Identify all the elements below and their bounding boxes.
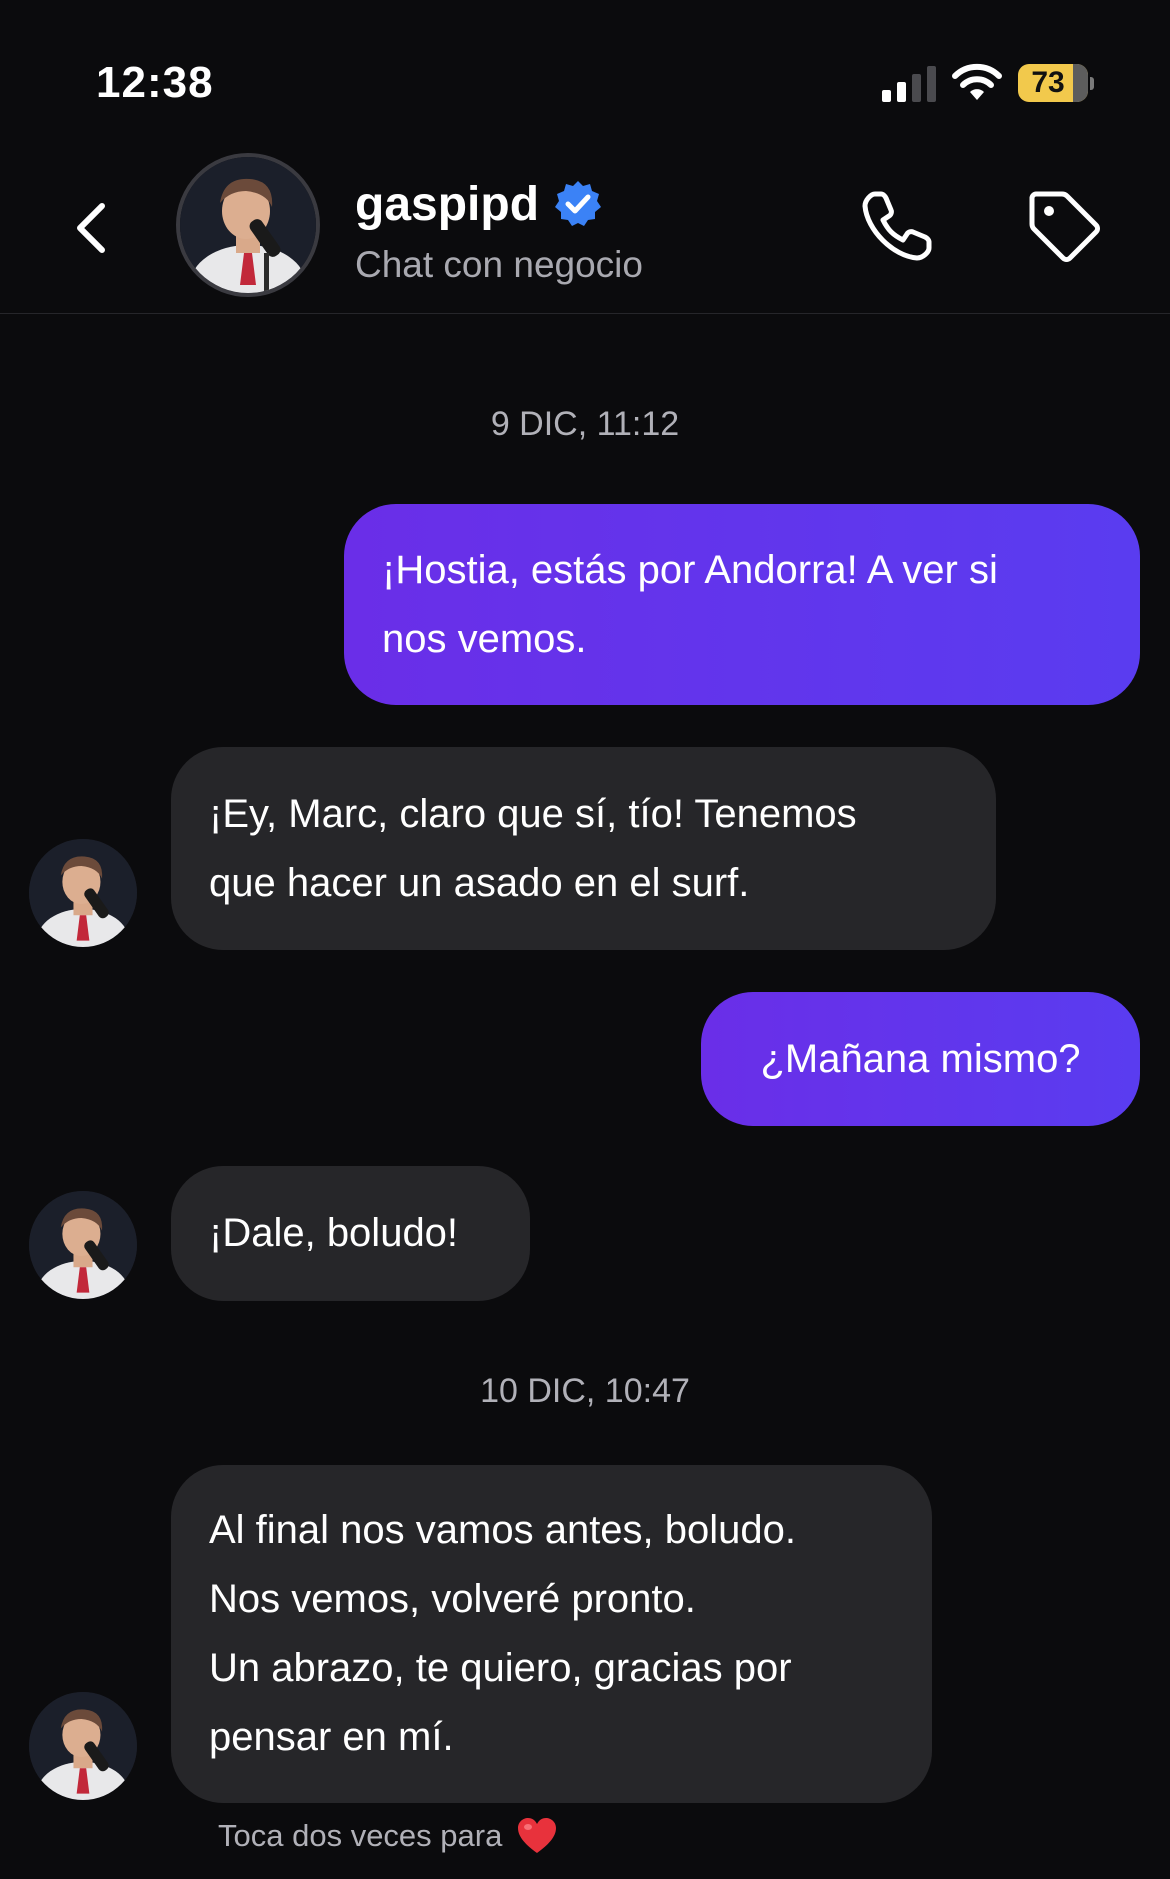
chat-header: gaspipd Chat con negocio — [0, 140, 1170, 314]
status-bar: 12:38 73 — [0, 0, 1170, 140]
message-received[interactable]: ¡Ey, Marc, claro que sí, tío! Tenemos qu… — [171, 747, 996, 950]
message-text: ¿Mañana mismo? — [760, 1036, 1081, 1081]
heart-icon — [518, 1818, 557, 1853]
status-time: 12:38 — [96, 58, 214, 107]
date-separator: 10 DIC, 10:47 — [480, 1372, 690, 1410]
message-avatar[interactable] — [29, 1692, 137, 1800]
message-sent[interactable]: ¿Mañana mismo? — [701, 992, 1140, 1126]
message-received[interactable]: ¡Dale, boludo! — [171, 1166, 530, 1301]
avatar-image — [29, 839, 137, 947]
message-received[interactable]: Al final nos vamos antes, boludo. Nos ve… — [171, 1465, 932, 1803]
message-text: ¡Dale, boludo! — [209, 1211, 459, 1255]
contact-subtitle: Chat con negocio — [355, 244, 643, 285]
verified-badge-icon — [555, 181, 602, 226]
avatar-image — [29, 1692, 137, 1800]
message-avatar[interactable] — [29, 839, 137, 947]
tag-icon[interactable] — [1022, 184, 1106, 268]
avatar-image — [180, 157, 316, 293]
cellular-signal-icon — [882, 66, 936, 102]
message-text: Al final nos vamos antes, boludo. Nos ve… — [209, 1508, 797, 1759]
avatar-image — [29, 1191, 137, 1299]
battery-indicator: 73 — [1018, 64, 1094, 102]
hint-text: Toca dos veces para — [218, 1818, 503, 1853]
message-text: ¡Hostia, estás por Andorra! A ver si nos… — [382, 547, 998, 661]
wifi-icon — [952, 63, 1002, 100]
contact-name: gaspipd — [355, 177, 540, 231]
contact-avatar[interactable] — [176, 153, 320, 297]
battery-body: 73 — [1018, 64, 1088, 102]
battery-tip — [1090, 77, 1094, 90]
message-sent[interactable]: ¡Hostia, estás por Andorra! A ver si nos… — [344, 504, 1140, 705]
phone-icon[interactable] — [855, 184, 939, 268]
contact-name-row[interactable]: gaspipd — [355, 176, 603, 232]
back-button[interactable] — [62, 188, 122, 268]
double-tap-hint: Toca dos veces para — [218, 1816, 558, 1856]
date-separator: 9 DIC, 11:12 — [490, 405, 680, 443]
battery-percentage: 73 — [1031, 66, 1065, 99]
message-avatar[interactable] — [29, 1191, 137, 1299]
message-text: ¡Ey, Marc, claro que sí, tío! Tenemos qu… — [209, 791, 857, 905]
